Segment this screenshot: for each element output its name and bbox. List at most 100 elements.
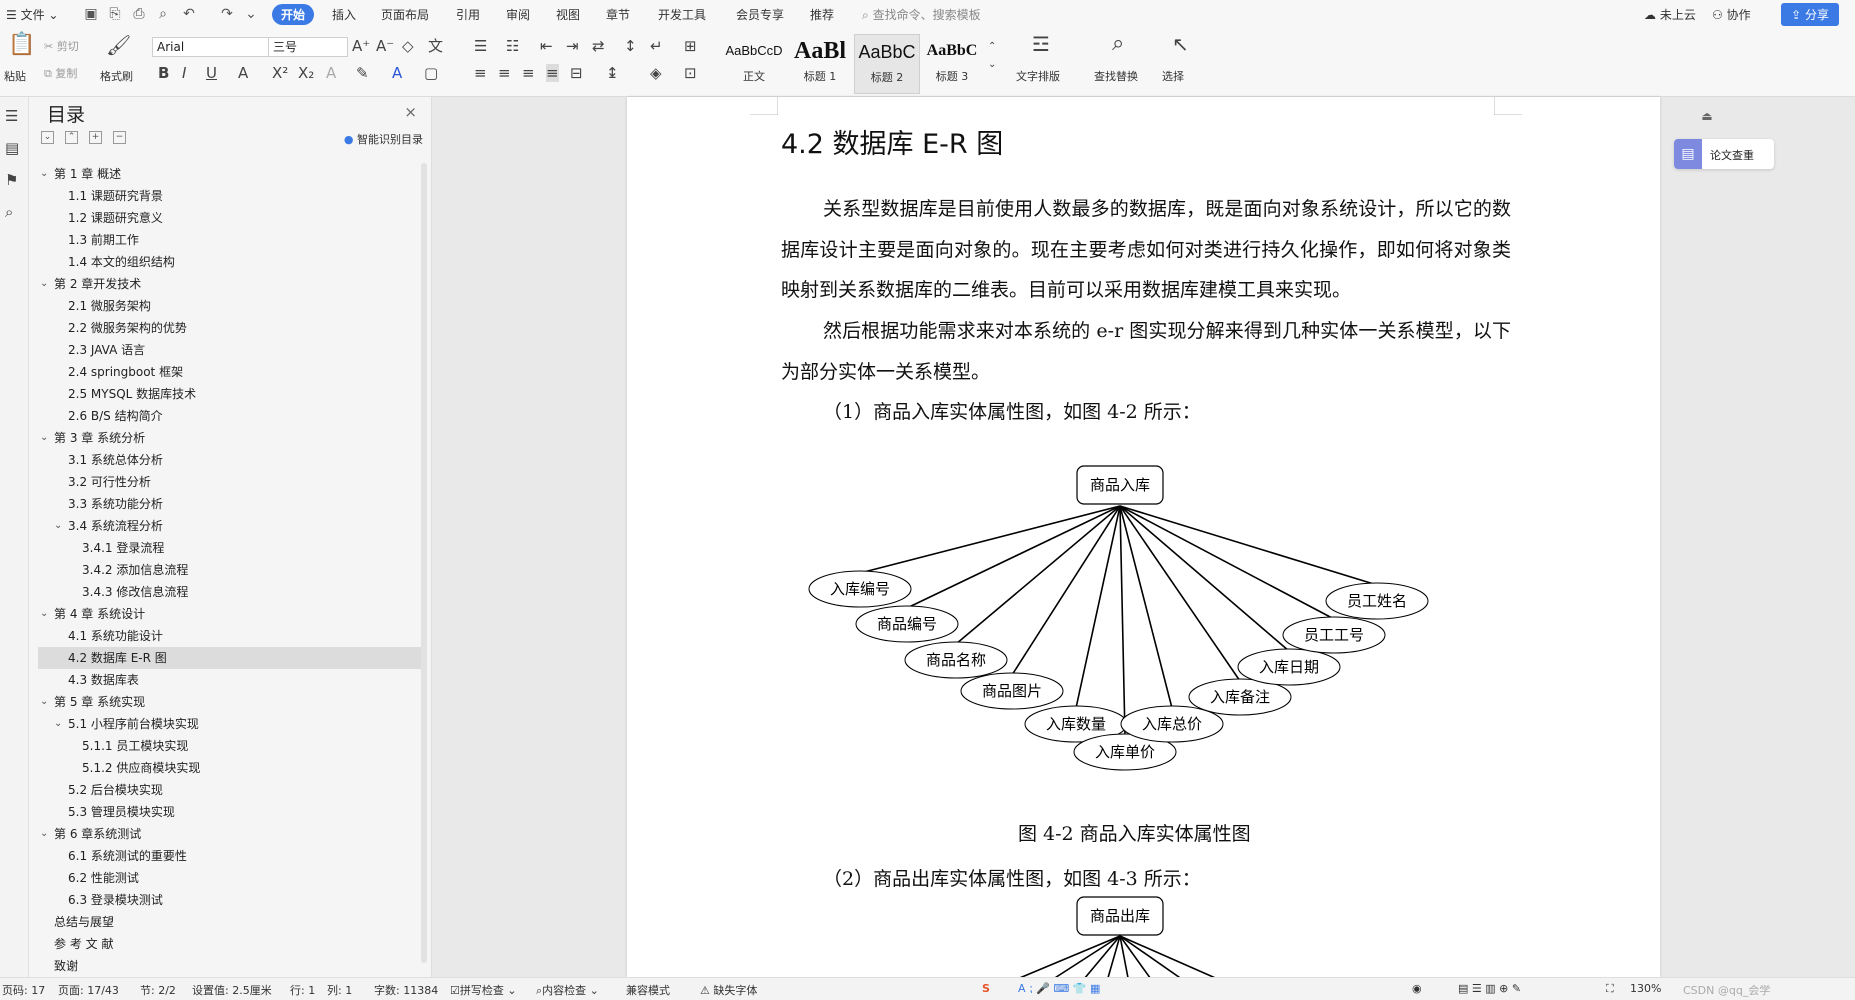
bullet-list-icon[interactable]: ☰ <box>474 37 487 55</box>
collapse-all-icon[interactable]: ⌄ <box>41 131 54 144</box>
toc-item[interactable]: 6.3 登录模块测试 <box>38 889 423 911</box>
ime-icon[interactable]: S <box>982 982 990 995</box>
distribute-icon[interactable]: ⊟ <box>570 64 583 82</box>
toc-item[interactable]: 1.2 课题研究意义 <box>38 207 423 229</box>
add-item-icon[interactable]: + <box>89 131 102 144</box>
toc-item[interactable]: ⌄ 第 2 章开发技术 <box>38 273 423 295</box>
save-icon[interactable]: ▣ <box>82 5 100 23</box>
toc-item[interactable]: 5.1.2 供应商模块实现 <box>38 757 423 779</box>
toc-nav-icon[interactable]: ☰ <box>5 107 18 125</box>
print-icon[interactable]: ⎙ <box>130 5 148 23</box>
toc-item[interactable]: ⌄ 第 1 章 概述 <box>38 163 423 185</box>
increase-indent-icon[interactable]: ⇥ <box>566 37 579 55</box>
chevron-down-icon[interactable]: ⌄ <box>40 427 48 449</box>
italic-icon[interactable]: I <box>182 64 186 82</box>
chevron-down-icon[interactable]: ⌄ <box>40 273 48 295</box>
toc-item[interactable]: 总结与展望 <box>38 911 423 933</box>
text-effect-icon[interactable]: A <box>326 64 336 82</box>
cut-button[interactable]: ✂ 剪切 <box>44 38 79 54</box>
superscript-icon[interactable]: X² <box>272 64 288 82</box>
status-setting[interactable]: 设置值: 2.5厘米 <box>192 982 272 998</box>
format-painter-icon[interactable]: 🖌 <box>106 35 131 55</box>
numbered-list-icon[interactable]: ☷ <box>506 37 519 55</box>
redo-icon[interactable]: ↷ <box>218 5 236 23</box>
decrease-indent-icon[interactable]: ⇤ <box>540 37 553 55</box>
toc-item[interactable]: 3.4.1 登录流程 <box>38 537 423 559</box>
content-check-button[interactable]: ⌕内容检查 ⌄ <box>536 982 599 998</box>
tab-review[interactable]: 审阅 <box>506 6 530 23</box>
styles-scroll-icon[interactable]: ⌃ ⌄ <box>988 38 996 74</box>
phonetic-icon[interactable]: 文 <box>428 37 443 55</box>
file-menu[interactable]: ☰ 文件 ⌄ <box>6 6 58 23</box>
border-icon[interactable]: ⊡ <box>684 64 697 82</box>
cloud-status[interactable]: ☁ 未上云 <box>1644 6 1696 23</box>
toc-item[interactable]: 2.2 微服务架构的优势 <box>38 317 423 339</box>
toc-item[interactable]: 2.1 微服务架构 <box>38 295 423 317</box>
chapter-nav-icon[interactable]: ▤ <box>5 139 19 157</box>
toc-item[interactable]: 1.1 课题研究背景 <box>38 185 423 207</box>
style-heading3[interactable]: AaBbC 标题 3 <box>920 34 984 92</box>
bold-icon[interactable]: B <box>158 64 169 82</box>
search-nav-icon[interactable]: ⌕ <box>5 203 13 221</box>
font-name-select[interactable]: Arial <box>152 37 270 57</box>
show-marks-icon[interactable]: ↵ <box>650 37 663 55</box>
toc-item[interactable]: 3.1 系统总体分析 <box>38 449 423 471</box>
missing-font-button[interactable]: ⚠ 缺失字体 <box>700 982 757 998</box>
status-page-of[interactable]: 页面: 17/43 <box>58 982 119 998</box>
tab-recommend[interactable]: 推荐 <box>810 6 834 23</box>
text-layout-icon[interactable]: ☲ <box>1032 34 1050 54</box>
toc-item[interactable]: 致谢 <box>38 955 423 977</box>
toc-item[interactable]: 4.1 系统功能设计 <box>38 625 423 647</box>
tab-view[interactable]: 视图 <box>556 6 580 23</box>
view-modes[interactable]: ▤ ☰ ▥ ⊕ ✎ <box>1458 982 1521 995</box>
align-center-icon[interactable]: ≡ <box>498 64 511 82</box>
tab-references[interactable]: 引用 <box>456 6 480 23</box>
toc-item[interactable]: 3.3 系统功能分析 <box>38 493 423 515</box>
status-words[interactable]: 字数: 11384 <box>374 982 438 998</box>
toc-item[interactable]: 5.2 后台模块实现 <box>38 779 423 801</box>
underline-icon[interactable]: U <box>206 64 217 82</box>
ime-tools-icon[interactable]: A ⁏ 🎤 ⌨ 👕 ▦ <box>1018 982 1100 995</box>
toc-item[interactable]: 6.1 系统测试的重要性 <box>38 845 423 867</box>
collapse-panel-icon[interactable]: ⏏ <box>1699 109 1715 125</box>
toc-scrollbar[interactable] <box>421 163 427 963</box>
toc-item[interactable]: 4.2 数据库 E-R 图 <box>38 647 423 669</box>
toc-item[interactable]: 2.4 springboot 框架 <box>38 361 423 383</box>
table-border-icon[interactable]: ⊞ <box>684 37 697 55</box>
collab-button[interactable]: ⚇ 协作 <box>1712 6 1751 23</box>
toc-item[interactable]: 1.4 本文的组织结构 <box>38 251 423 273</box>
eye-protection-icon[interactable]: ◉ <box>1412 982 1422 995</box>
find-replace-button[interactable]: 查找替换 <box>1094 68 1138 84</box>
smart-toc-button[interactable]: ● 智能识别目录 <box>344 131 423 147</box>
subscript-icon[interactable]: X₂ <box>298 64 314 82</box>
toc-item[interactable]: 4.3 数据库表 <box>38 669 423 691</box>
tab-developer[interactable]: 开发工具 <box>658 6 706 23</box>
toc-item[interactable]: 2.3 JAVA 语言 <box>38 339 423 361</box>
align-justify-icon[interactable]: ≡ <box>546 64 559 82</box>
chevron-down-icon[interactable]: ⌄ <box>40 603 48 625</box>
toc-item[interactable]: ⌄ 第 5 章 系统实现 <box>38 691 423 713</box>
clear-format-icon[interactable]: ◇ <box>402 37 414 55</box>
find-replace-icon[interactable]: ⌕ <box>1112 33 1124 55</box>
status-section[interactable]: 节: 2/2 <box>140 982 176 998</box>
style-heading1[interactable]: AaBl 标题 1 <box>788 34 852 92</box>
status-row[interactable]: 行: 1 <box>290 982 315 998</box>
tab-insert[interactable]: 插入 <box>332 6 356 23</box>
toc-item[interactable]: ⌄ 第 4 章 系统设计 <box>38 603 423 625</box>
select-cursor-icon[interactable]: ↖ <box>1172 34 1189 54</box>
tab-member[interactable]: 会员专享 <box>736 6 784 23</box>
copy-button[interactable]: ⧉ 复制 <box>44 65 77 81</box>
compat-mode[interactable]: 兼容模式 <box>626 982 670 998</box>
shading-icon[interactable]: ◈ <box>650 64 662 82</box>
chevron-down-icon[interactable]: ⌄ <box>40 691 48 713</box>
zoom-level[interactable]: 130% <box>1630 982 1661 995</box>
char-border-icon[interactable]: ▢ <box>424 64 438 82</box>
toc-item[interactable]: 2.5 MYSQL 数据库技术 <box>38 383 423 405</box>
tab-chapter[interactable]: 章节 <box>606 6 630 23</box>
export-icon[interactable]: ⎘ <box>106 5 124 23</box>
toc-item[interactable]: 3.4.3 修改信息流程 <box>38 581 423 603</box>
status-page[interactable]: 页码: 17 <box>2 982 45 998</box>
toc-item[interactable]: 5.3 管理员模块实现 <box>38 801 423 823</box>
tab-home[interactable]: 开始 <box>272 4 315 25</box>
toc-item[interactable]: 1.3 前期工作 <box>38 229 423 251</box>
